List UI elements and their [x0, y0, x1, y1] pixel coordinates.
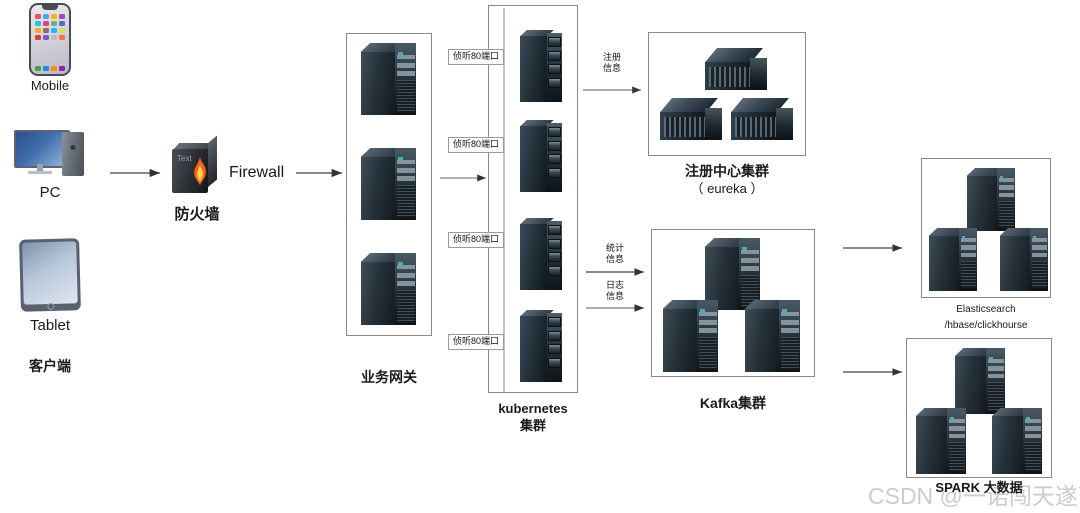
port-label: 侦听80端口 [448, 137, 505, 153]
logs-arrow-label-line1: 日志 [605, 280, 624, 290]
blade-server-icon [731, 98, 793, 140]
logs-arrow-label: 日志 信息 [585, 280, 645, 302]
port-label: 侦听80端口 [448, 334, 505, 350]
tower-server-icon [361, 43, 416, 115]
elasticsearch-label-line2: /hbase/clickhourse [944, 320, 1028, 331]
tower-server-icon [929, 228, 977, 291]
stats-arrow-label-line2: 信息 [605, 253, 624, 264]
registry-arrow-label-line1: 注册 [602, 52, 621, 62]
tower-server-icon [955, 348, 1005, 414]
kubernetes-label-line1: kubernetes [498, 401, 568, 416]
diagram-canvas: Mobile PC Tablet 客户端 Text 防火墙 Firewall 业… [0, 0, 1080, 513]
pc-label: PC [39, 184, 61, 201]
flame-icon [194, 157, 206, 186]
registry-arrow-label: 注册 信息 [582, 52, 642, 74]
desktop-computer-icon [14, 128, 92, 180]
firewall-label-cn: 防火墙 [174, 206, 220, 223]
tower-server-icon [992, 408, 1042, 474]
elasticsearch-label-line1: Elasticsearch [956, 304, 1016, 315]
blade-server-icon [705, 48, 767, 90]
rack-server-icon [520, 310, 562, 382]
rack-server-icon [520, 120, 562, 192]
tower-server-icon [916, 408, 966, 474]
tower-server-icon [745, 300, 800, 372]
kafka-label: Kafka集群 [699, 395, 767, 411]
tower-server-icon [361, 148, 416, 220]
mobile-label: Mobile [30, 78, 70, 93]
registry-label-line2: （ eureka ） [690, 181, 764, 196]
firewall-flame-icon: Text [172, 135, 222, 195]
firewall-label-en: Firewall [229, 164, 285, 181]
tower-server-icon [663, 300, 718, 372]
rack-server-icon [520, 30, 562, 102]
port-label: 侦听80端口 [448, 232, 505, 248]
clients-group-label: 客户端 [29, 358, 71, 374]
registry-label-line1: 注册中心集群 [685, 163, 769, 179]
tablet-icon [19, 238, 81, 312]
gateway-label: 业务网关 [361, 369, 417, 385]
spark-label: SPARK 大数据 [935, 480, 1023, 495]
logs-arrow-label-line2: 信息 [605, 290, 624, 301]
stats-arrow-label: 统计 信息 [585, 243, 645, 265]
tablet-label: Tablet [29, 317, 71, 334]
rack-server-icon [520, 218, 562, 290]
port-label: 侦听80端口 [448, 49, 505, 65]
tower-server-icon [967, 168, 1015, 231]
stats-arrow-label-line1: 统计 [605, 243, 624, 253]
tower-server-icon [361, 253, 416, 325]
mobile-phone-icon [29, 3, 71, 76]
kubernetes-label-line2: 集群 [519, 418, 546, 433]
tower-server-icon [1000, 228, 1048, 291]
registry-arrow-label-line2: 信息 [602, 62, 621, 73]
blade-server-icon [660, 98, 722, 140]
